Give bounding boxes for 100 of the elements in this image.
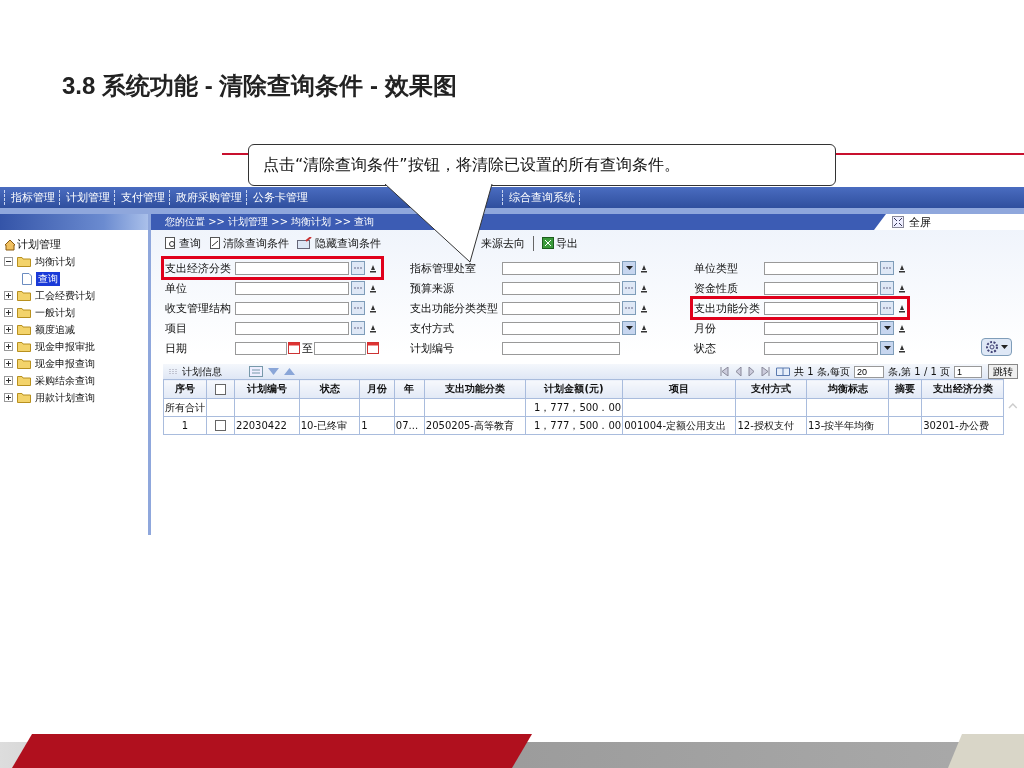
column-header[interactable]: 摘要 xyxy=(888,379,922,399)
toolbar-button[interactable]: 查询 xyxy=(179,235,201,251)
toolbar-button[interactable]: 来源去向 xyxy=(481,235,525,251)
input-field[interactable] xyxy=(235,281,349,295)
nav-tab[interactable]: 支付管理 xyxy=(114,190,169,205)
expand-icon[interactable] xyxy=(4,308,13,317)
expand-icon[interactable] xyxy=(4,393,13,402)
first-page-icon[interactable] xyxy=(720,367,730,376)
expand-icon[interactable] xyxy=(4,376,13,385)
column-header[interactable]: 状态 xyxy=(299,379,360,399)
pin-icon[interactable] xyxy=(640,303,648,313)
pin-icon[interactable] xyxy=(640,283,648,293)
pin-icon[interactable] xyxy=(369,303,377,313)
pin-icon[interactable] xyxy=(898,303,906,313)
collapse-up-icon[interactable] xyxy=(284,368,295,375)
input-field[interactable] xyxy=(764,281,878,295)
scroll-up-icon[interactable] xyxy=(1008,403,1018,409)
field-label: 日期 xyxy=(165,340,188,356)
input-field[interactable] xyxy=(502,281,620,295)
field-label: 单位 xyxy=(165,280,188,296)
pin-icon[interactable] xyxy=(898,343,906,353)
dropdown-button[interactable] xyxy=(622,321,636,335)
input-field[interactable] xyxy=(764,261,878,275)
last-page-icon[interactable] xyxy=(761,367,771,376)
dropdown-button[interactable] xyxy=(880,341,894,355)
previous-page-icon[interactable] xyxy=(735,367,743,376)
date-field[interactable] xyxy=(235,341,287,355)
list-icon[interactable] xyxy=(249,366,263,377)
column-header[interactable]: 计划编号 xyxy=(234,379,300,399)
ellipsis-icon xyxy=(624,286,634,290)
column-header[interactable]: 序号 xyxy=(163,379,207,399)
input-field[interactable] xyxy=(764,301,878,315)
tree-item[interactable]: 一般计划 xyxy=(35,305,75,320)
select-all-checkbox[interactable] xyxy=(215,383,226,395)
pin-icon[interactable] xyxy=(898,283,906,293)
input-field[interactable] xyxy=(502,301,620,315)
calendar-icon[interactable] xyxy=(367,342,379,354)
document-icon xyxy=(209,237,221,249)
row-checkbox[interactable] xyxy=(215,420,226,432)
expand-icon[interactable] xyxy=(4,291,13,300)
pin-icon[interactable] xyxy=(898,263,906,273)
column-header[interactable]: 支出经济分类 xyxy=(921,379,1004,399)
jump-button[interactable]: 跳转 xyxy=(988,364,1018,379)
dropdown-field[interactable] xyxy=(764,341,878,355)
column-header[interactable]: 项目 xyxy=(622,379,736,399)
nav-tab[interactable]: 计划管理 xyxy=(59,190,114,205)
input-field[interactable] xyxy=(502,341,620,355)
tree-item[interactable]: 均衡计划 xyxy=(35,254,75,269)
expand-down-icon[interactable] xyxy=(268,368,279,375)
input-field[interactable] xyxy=(235,301,349,315)
column-header[interactable]: 支付方式 xyxy=(735,379,807,399)
tree-item[interactable]: 额度追减 xyxy=(35,322,75,337)
pin-icon[interactable] xyxy=(369,263,377,273)
pager-text: 条,第 1 / 1 页 xyxy=(888,364,950,379)
tree-item[interactable]: 采购结余查询 xyxy=(35,373,95,388)
column-header[interactable]: 月份 xyxy=(359,379,395,399)
pin-icon[interactable] xyxy=(898,323,906,333)
pin-icon[interactable] xyxy=(640,323,648,333)
page-size-field[interactable]: 20 xyxy=(854,365,884,378)
page-number-field[interactable]: 1 xyxy=(954,365,982,378)
input-field[interactable] xyxy=(235,261,349,275)
next-page-icon[interactable] xyxy=(748,367,756,376)
column-header[interactable]: 年 xyxy=(394,379,425,399)
expand-icon[interactable] xyxy=(4,342,13,351)
nav-tab[interactable]: 指标管理 xyxy=(4,190,59,205)
column-header[interactable]: 支出功能分类 xyxy=(424,379,526,399)
nav-tab[interactable]: 综合查询系统 xyxy=(502,190,580,205)
dropdown-field[interactable] xyxy=(764,321,878,335)
input-field[interactable] xyxy=(235,321,349,335)
dropdown-button[interactable] xyxy=(880,321,894,335)
folder-icon xyxy=(17,358,31,369)
tree-item[interactable]: 用款计划查询 xyxy=(35,390,95,405)
pin-icon[interactable] xyxy=(369,283,377,293)
pin-icon[interactable] xyxy=(640,263,648,273)
tree-item[interactable]: 现金申报审批 xyxy=(35,339,95,354)
dropdown-button[interactable] xyxy=(622,261,636,275)
column-header[interactable]: 均衡标志 xyxy=(806,379,889,399)
tree-root[interactable]: 计划管理 xyxy=(17,237,61,252)
tree-item[interactable]: 现金申报查询 xyxy=(35,356,95,371)
nav-tab[interactable]: 公务卡管理 xyxy=(246,190,312,205)
date-field[interactable] xyxy=(314,341,366,355)
calendar-icon[interactable] xyxy=(288,342,300,354)
toolbar-button[interactable]: 导出 xyxy=(556,235,578,251)
settings-button[interactable] xyxy=(981,338,1012,356)
collapse-icon[interactable] xyxy=(4,257,13,266)
dropdown-field[interactable] xyxy=(502,321,620,335)
fullscreen-button[interactable]: 全屏 xyxy=(874,214,1024,230)
book-icon xyxy=(776,367,791,376)
expand-icon[interactable] xyxy=(4,359,13,368)
toolbar-button[interactable]: 隐藏查询条件 xyxy=(315,235,381,251)
dropdown-field[interactable] xyxy=(502,261,620,275)
column-header[interactable] xyxy=(206,379,235,399)
ellipsis-icon xyxy=(353,266,363,270)
expand-icon[interactable] xyxy=(4,325,13,334)
pin-icon[interactable] xyxy=(369,323,377,333)
column-header[interactable]: 计划金额(元) xyxy=(525,379,623,399)
tree-item[interactable]: 查询 xyxy=(36,271,60,286)
tree-item[interactable]: 工会经费计划 xyxy=(35,288,95,303)
toolbar-button[interactable]: 清除查询条件 xyxy=(223,235,289,251)
nav-tab[interactable]: 政府采购管理 xyxy=(169,190,246,205)
